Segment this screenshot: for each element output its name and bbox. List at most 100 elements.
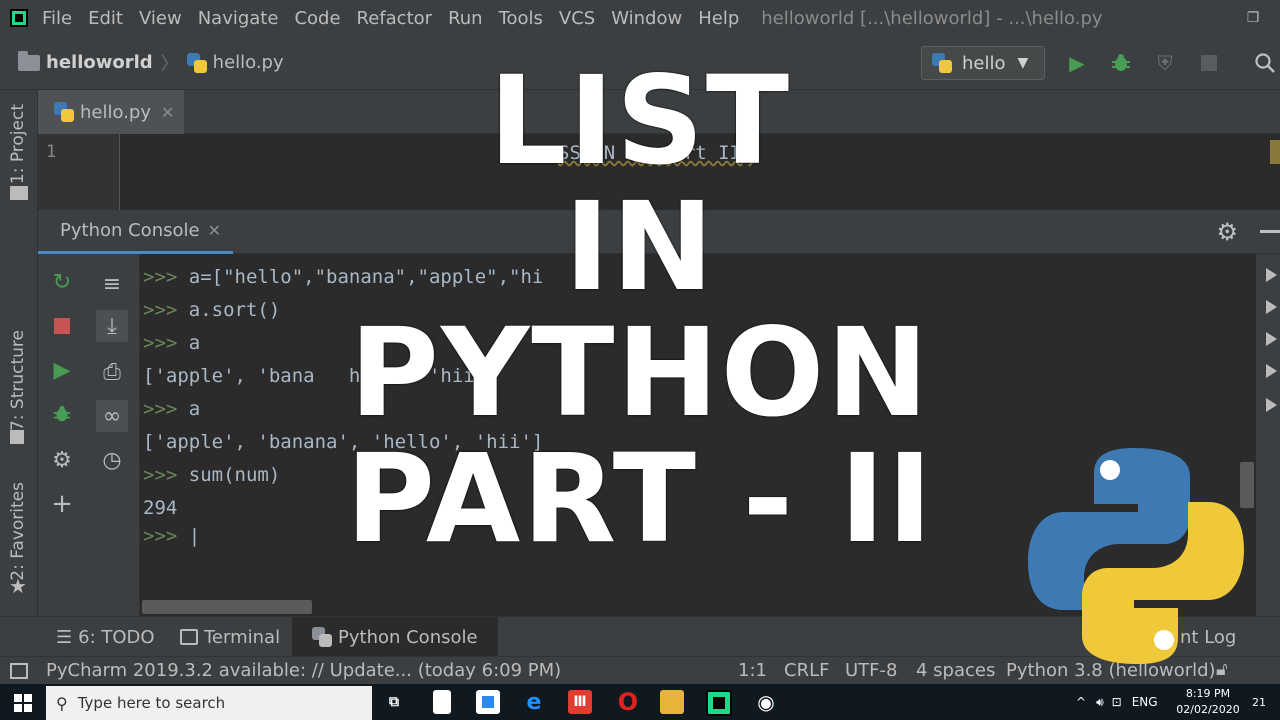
breadcrumb-file[interactable]: hello.py	[213, 52, 284, 73]
tab-todo-label: 6: TODO	[78, 626, 155, 648]
overlay-title: LIST IN PYTHON PART - II	[310, 58, 970, 562]
menu-tools[interactable]: Tools	[491, 8, 551, 29]
console-input-line[interactable]: >>> |	[143, 525, 200, 547]
file-encoding[interactable]: UTF-8	[845, 660, 897, 681]
python-logo-icon	[1028, 448, 1244, 664]
network-icon[interactable]: ⊡	[1112, 695, 1122, 709]
stop-console-icon[interactable]	[46, 310, 78, 342]
left-tool-strip: 1: Project 7: Structure 2: Favorites ★	[0, 90, 38, 656]
tab-python-console[interactable]: Python Console ✕	[38, 210, 233, 254]
minimize-icon[interactable]	[1260, 230, 1280, 233]
terminal-icon	[180, 629, 198, 645]
taskbar-search-input[interactable]: ⚲ Type here to search	[46, 686, 372, 720]
menu-window[interactable]: Window	[603, 8, 690, 29]
tab-todo[interactable]: ☰ 6: TODO	[56, 617, 155, 657]
cursor-position[interactable]: 1:1	[738, 660, 767, 681]
python-file-icon	[186, 52, 207, 73]
pycharm-taskbar-icon[interactable]	[706, 690, 732, 716]
taskbar-clock[interactable]: 8:19 PM 02/02/2020	[1176, 686, 1240, 718]
menu-vcs[interactable]: VCS	[551, 8, 603, 29]
add-icon[interactable]: +	[46, 488, 78, 520]
folder-icon	[18, 50, 40, 71]
print-icon[interactable]: ⎙	[96, 356, 128, 388]
menu-navigate[interactable]: Navigate	[190, 8, 287, 29]
settings-icon[interactable]: ⚙	[46, 444, 78, 476]
expand-arrow-icon[interactable]	[1266, 268, 1277, 282]
obs-icon[interactable]: ◉	[754, 690, 778, 714]
expand-arrow-icon[interactable]	[1266, 332, 1277, 346]
menu-refactor[interactable]: Refactor	[349, 8, 441, 29]
soft-wrap-icon[interactable]: ≡	[96, 268, 128, 300]
menu-file[interactable]: File	[40, 8, 80, 29]
menu-run[interactable]: Run	[440, 8, 491, 29]
console-tab-label: Python Console	[60, 220, 200, 241]
edge-icon[interactable]: e	[522, 690, 546, 715]
pycharm-window: File Edit View Navigate Code Refactor Ru…	[0, 0, 1280, 720]
breadcrumb-project[interactable]: helloworld	[46, 52, 153, 73]
structure-tool-tab[interactable]: 7: Structure	[8, 330, 28, 431]
close-icon[interactable]: ✕	[161, 103, 174, 122]
editor-tab-label: hello.py	[80, 101, 151, 123]
system-tray: ^ 🔊︎ ⊡ ENG	[1076, 684, 1158, 720]
tab-terminal[interactable]: Terminal	[180, 617, 280, 657]
menu-code[interactable]: Code	[286, 8, 348, 29]
gear-icon[interactable]: ⚙	[1216, 218, 1238, 246]
rerun-icon[interactable]: ↻	[46, 266, 78, 298]
media-app-icon[interactable]: Ⅲ	[568, 690, 592, 714]
file-icon[interactable]	[433, 690, 451, 714]
console-line: >>> a.sort()	[143, 299, 281, 321]
star-icon: ★	[9, 574, 27, 598]
search-everywhere-icon[interactable]	[1252, 50, 1278, 76]
menu-view[interactable]: View	[131, 8, 190, 29]
editor-tab-hello-py[interactable]: hello.py ✕	[38, 90, 184, 134]
opera-icon[interactable]: O	[616, 688, 640, 716]
expand-arrow-icon[interactable]	[1266, 398, 1277, 412]
scroll-to-end-icon[interactable]: ⤓	[96, 310, 128, 342]
close-icon[interactable]: ✕	[208, 221, 221, 240]
overlay-line-3: PYTHON	[349, 302, 931, 444]
debug-console-icon[interactable]	[46, 398, 78, 430]
project-tool-tab[interactable]: 1: Project	[8, 104, 28, 184]
favorites-tool-tab[interactable]: 2: Favorites	[8, 482, 28, 581]
update-notification[interactable]: PyCharm 2019.3.2 available: // Update...…	[46, 660, 561, 681]
history-icon[interactable]: ◷	[96, 444, 128, 476]
line-gutter: 1	[38, 134, 120, 210]
expand-arrow-icon[interactable]	[1266, 300, 1277, 314]
overlay-line-2: IN	[564, 176, 716, 318]
line-separator[interactable]: CRLF	[784, 660, 829, 681]
windows-taskbar: ⚲ Type here to search ⧉ e Ⅲ O ◉ ^ 🔊︎ ⊡ E…	[0, 684, 1280, 720]
debug-icon[interactable]	[1108, 50, 1134, 76]
console-line: >>> sum(num)	[143, 464, 281, 486]
breadcrumb-separator-icon: 〉	[160, 53, 179, 75]
indent-setting[interactable]: 4 spaces	[916, 660, 995, 681]
execute-icon[interactable]: ▶	[46, 354, 78, 386]
restore-window-icon[interactable]: ❐	[1226, 0, 1280, 36]
expand-arrow-icon[interactable]	[1266, 364, 1277, 378]
chevron-up-icon[interactable]: ^	[1076, 695, 1086, 709]
run-icon[interactable]: ▶	[1064, 50, 1090, 76]
pycharm-app-icon[interactable]	[10, 9, 28, 27]
tab-terminal-label: Terminal	[204, 626, 281, 648]
console-line: >>> a	[143, 398, 201, 420]
horizontal-scrollbar[interactable]	[142, 600, 312, 614]
notification-center[interactable]: 21	[1252, 684, 1266, 720]
show-variables-icon[interactable]: ∞	[96, 400, 128, 432]
volume-icon[interactable]: 🔊︎	[1096, 695, 1104, 710]
run-with-coverage-icon[interactable]: ⛨	[1152, 50, 1178, 76]
store-icon[interactable]	[476, 690, 500, 714]
language-indicator[interactable]: ENG	[1132, 695, 1158, 709]
windows-start-icon[interactable]	[14, 694, 32, 712]
warning-marker[interactable]	[1270, 140, 1280, 164]
python-console-icon	[312, 627, 332, 647]
tool-windows-icon[interactable]	[10, 662, 28, 679]
file-explorer-icon[interactable]	[660, 690, 684, 714]
line-number: 1	[46, 142, 57, 162]
stop-icon[interactable]	[1196, 50, 1222, 76]
task-view-icon[interactable]: ⧉	[382, 690, 406, 714]
menu-edit[interactable]: Edit	[80, 8, 131, 29]
menu-help[interactable]: Help	[690, 8, 747, 29]
clock-date: 02/02/2020	[1176, 703, 1240, 716]
right-tool-strip	[1256, 254, 1280, 616]
console-toolbar-secondary: ≡ ⤓ ⎙ ∞ ◷	[86, 254, 140, 616]
tab-python-console-bottom[interactable]: Python Console	[292, 617, 498, 657]
